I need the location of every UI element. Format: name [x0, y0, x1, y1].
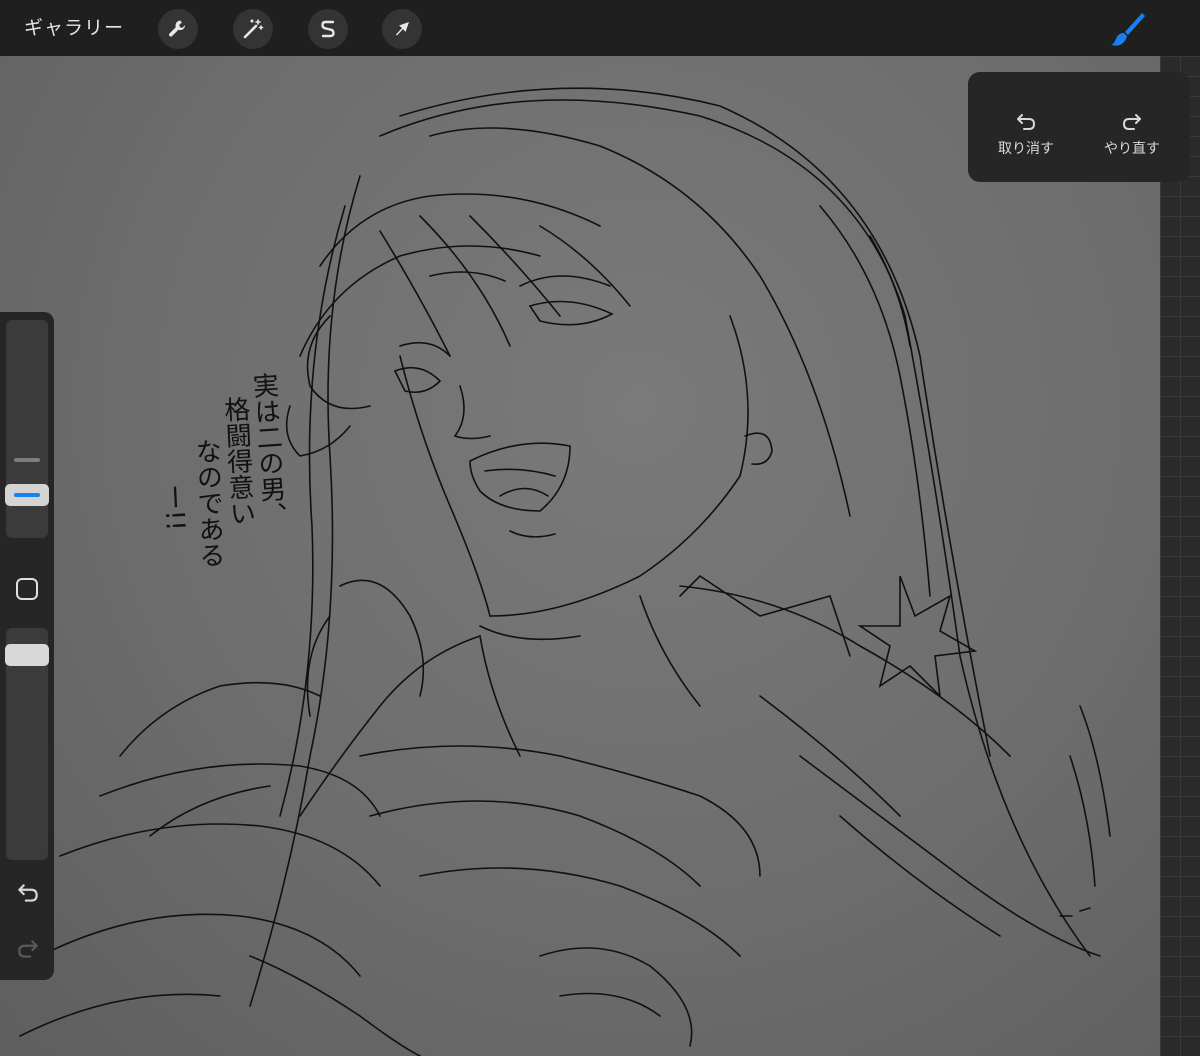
gallery-button[interactable]: ギャラリー	[24, 15, 124, 41]
undo-label: 取り消す	[998, 141, 1054, 157]
brush-size-indicator	[14, 493, 40, 497]
actions-button[interactable]	[158, 9, 198, 49]
right-edge-strip	[1160, 56, 1200, 1056]
left-sidebar	[0, 312, 54, 980]
undo-arrow-icon[interactable]	[15, 880, 41, 906]
transform-button[interactable]	[382, 9, 422, 49]
brush-size-thumb[interactable]	[5, 484, 49, 506]
undo-arrow-icon	[1017, 114, 1035, 130]
handwritten-note: 実は二の男、 格闘得意い なのである ー!!	[158, 371, 290, 732]
undo-button[interactable]: 取り消す	[976, 110, 1076, 158]
top-toolbar: ギャラリー	[0, 0, 1200, 56]
redo-arrow-icon	[1123, 114, 1141, 130]
history-panel: 取り消す やり直す	[968, 72, 1190, 182]
selection-s-icon	[321, 20, 335, 38]
brush-size-marker	[14, 458, 40, 462]
redo-label: やり直す	[1104, 141, 1160, 157]
magic-wand-icon	[243, 19, 264, 39]
adjustments-button[interactable]	[233, 9, 273, 49]
opacity-thumb[interactable]	[5, 644, 49, 666]
arrow-cursor-icon	[396, 22, 409, 36]
brush-icon[interactable]	[1108, 10, 1148, 48]
redo-arrow-icon[interactable]	[15, 936, 41, 962]
wrench-icon	[169, 20, 186, 37]
square-icon[interactable]	[14, 576, 40, 602]
redo-button[interactable]: やり直す	[1082, 110, 1182, 158]
selection-button[interactable]	[308, 9, 348, 49]
drawing-canvas[interactable]: 実は二の男、 格闘得意い なのである ー!!	[0, 56, 1160, 1056]
